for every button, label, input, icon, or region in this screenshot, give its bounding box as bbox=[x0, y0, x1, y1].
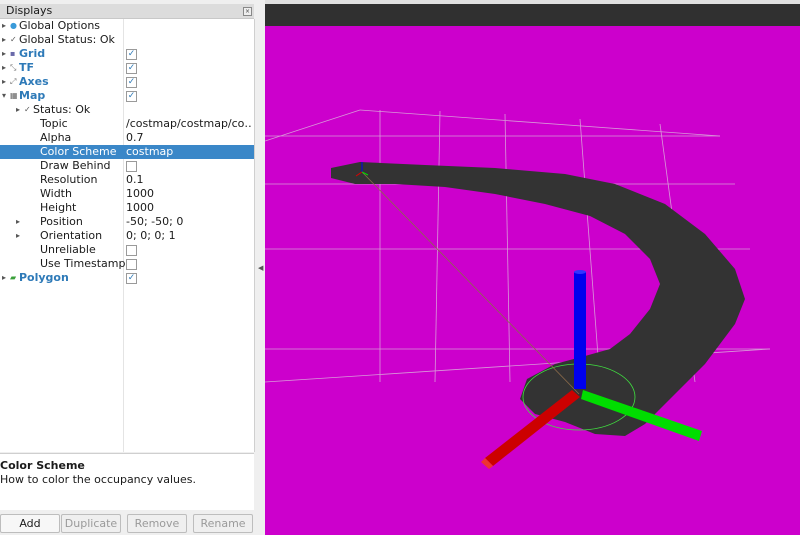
tree-row-alpha[interactable]: Alpha 0.7 bbox=[0, 131, 254, 145]
checkbox-unchecked[interactable] bbox=[126, 161, 137, 172]
tree-row-label: Resolution bbox=[40, 173, 98, 186]
collapse-arrow-icon[interactable]: ▸ bbox=[16, 229, 24, 243]
tree-row-label: Draw Behind bbox=[40, 159, 111, 172]
remove-button[interactable]: Remove bbox=[127, 514, 187, 533]
tree-row-map[interactable]: ▾ ▦ Map ✓ bbox=[0, 89, 254, 103]
z-axis-bar bbox=[574, 272, 586, 389]
tree-row-position[interactable]: ▸ Position -50; -50; 0 bbox=[0, 215, 254, 229]
tree-row-value[interactable]: /costmap/costmap/co… bbox=[126, 117, 252, 131]
polygon-icon: ▰ bbox=[10, 273, 17, 282]
description-text: How to color the occupancy values. bbox=[0, 473, 196, 486]
tree-row-global-status-ok[interactable]: ▸ ✓ Global Status: Ok bbox=[0, 33, 254, 47]
button-bar: Add Duplicate Remove Rename bbox=[0, 510, 256, 535]
tree-row-orientation[interactable]: ▸ Orientation 0; 0; 0; 1 bbox=[0, 229, 254, 243]
collapse-arrow-icon[interactable]: ▸ bbox=[2, 75, 10, 89]
displays-panel-title: Displays bbox=[6, 4, 53, 17]
tree-row-value[interactable]: 1000 bbox=[126, 201, 252, 215]
3d-scene bbox=[265, 26, 800, 535]
tree-row-label: Global Status: Ok bbox=[19, 33, 115, 46]
tree-row-value[interactable]: costmap bbox=[126, 145, 252, 159]
splitter-collapse-icon[interactable]: ◀ bbox=[258, 264, 263, 272]
tree-row-label: Topic bbox=[40, 117, 68, 130]
collapse-arrow-icon[interactable]: ▸ bbox=[16, 103, 24, 117]
tree-row-label: Position bbox=[40, 215, 83, 228]
checkbox-checked[interactable]: ✓ bbox=[126, 63, 137, 74]
tree-row-topic[interactable]: Topic/costmap/costmap/co… bbox=[0, 117, 254, 131]
collapse-arrow-icon[interactable]: ▸ bbox=[2, 61, 10, 75]
tree-row-label: Map bbox=[19, 89, 46, 102]
tree-row-label: Status: Ok bbox=[33, 103, 91, 116]
tree-row-width[interactable]: Width 1000 bbox=[0, 187, 254, 201]
rename-button[interactable]: Rename bbox=[193, 514, 253, 533]
tree-row-use-timestamp[interactable]: Use Timestamp bbox=[0, 257, 254, 271]
axes-icon: ⤢ bbox=[10, 77, 17, 86]
tree-row-tf[interactable]: ▸ ⤡ TF ✓ bbox=[0, 61, 254, 75]
tree-row-label: Color Scheme bbox=[40, 145, 117, 158]
description-title: Color Scheme bbox=[0, 459, 85, 472]
tree-row-value[interactable]: 0; 0; 0; 1 bbox=[126, 229, 252, 243]
panel-close-icon[interactable]: × bbox=[243, 7, 252, 16]
tree-row-label: Global Options bbox=[19, 19, 101, 32]
tree-row-label: Use Timestamp bbox=[40, 257, 126, 270]
tree-row-value[interactable]: -50; -50; 0 bbox=[126, 215, 252, 229]
displays-panel-header: Displays × bbox=[0, 4, 254, 19]
tree-row-draw-behind[interactable]: Draw Behind bbox=[0, 159, 254, 173]
tree-row-polygon[interactable]: ▸ ▰ Polygon ✓ bbox=[0, 271, 254, 285]
tf-icon: ⤡ bbox=[10, 63, 17, 72]
collapse-arrow-icon[interactable]: ▸ bbox=[16, 215, 24, 229]
tree-row-value[interactable]: 0.7 bbox=[126, 131, 252, 145]
collapse-arrow-icon[interactable]: ▸ bbox=[2, 19, 10, 33]
tree-row-label: Alpha bbox=[40, 131, 72, 144]
tree-row-axes[interactable]: ▸ ⤢ Axes ✓ bbox=[0, 75, 254, 89]
checkbox-unchecked[interactable] bbox=[126, 245, 137, 256]
tree-row-label: Grid bbox=[19, 47, 46, 60]
displays-tree[interactable]: ▸ ● Global Options ▸ ✓ Global Status: Ok ▸ ▪ Gri… bbox=[0, 19, 255, 452]
checkbox-unchecked[interactable] bbox=[126, 259, 137, 270]
tree-row-label: Width bbox=[40, 187, 72, 200]
checkbox-checked[interactable]: ✓ bbox=[126, 49, 137, 60]
displays-panel: Displays × ▸ ● Global Options ▸ ✓ Global Stat… bbox=[0, 0, 256, 535]
dot-icon: ● bbox=[10, 21, 17, 30]
tree-row-color-scheme[interactable]: Color Scheme costmap bbox=[0, 145, 254, 159]
panel-splitter[interactable]: ◀ bbox=[256, 0, 265, 535]
expand-arrow-icon[interactable]: ▾ bbox=[2, 89, 10, 103]
tree-row-grid[interactable]: ▸ ▪ Grid ✓ bbox=[0, 47, 254, 61]
tree-row-unreliable[interactable]: Unreliable bbox=[0, 243, 254, 257]
tree-row-height[interactable]: Height 1000 bbox=[0, 201, 254, 215]
check-icon: ✓ bbox=[10, 35, 17, 44]
checkbox-checked[interactable]: ✓ bbox=[126, 77, 137, 88]
grid-icon: ▪ bbox=[10, 49, 16, 58]
tree-row-label: Polygon bbox=[19, 271, 69, 284]
collapse-arrow-icon[interactable]: ▸ bbox=[2, 33, 10, 47]
tree-row-value[interactable]: 0.1 bbox=[126, 173, 252, 187]
tree-row-label: Unreliable bbox=[40, 243, 96, 256]
duplicate-button[interactable]: Duplicate bbox=[61, 514, 121, 533]
tree-row-status-ok[interactable]: ▸ ✓ Status: Ok bbox=[0, 103, 254, 117]
tree-row-value[interactable]: 1000 bbox=[126, 187, 252, 201]
tree-row-resolution[interactable]: Resolution 0.1 bbox=[0, 173, 254, 187]
check-icon: ✓ bbox=[24, 105, 31, 114]
property-description-box: Color Scheme How to color the occupancy … bbox=[0, 453, 254, 510]
checkbox-checked[interactable]: ✓ bbox=[126, 91, 137, 102]
tree-row-global-options[interactable]: ▸ ● Global Options bbox=[0, 19, 254, 33]
add-button[interactable]: Add bbox=[0, 514, 60, 533]
collapse-arrow-icon[interactable]: ▸ bbox=[2, 47, 10, 61]
tree-row-label: TF bbox=[19, 61, 35, 74]
3d-viewport[interactable] bbox=[265, 4, 800, 535]
tree-row-label: Axes bbox=[19, 75, 49, 88]
checkbox-checked[interactable]: ✓ bbox=[126, 273, 137, 284]
tree-row-label: Orientation bbox=[40, 229, 103, 242]
tree-row-label: Height bbox=[40, 201, 77, 214]
map-icon: ▦ bbox=[10, 91, 18, 100]
collapse-arrow-icon[interactable]: ▸ bbox=[2, 271, 10, 285]
